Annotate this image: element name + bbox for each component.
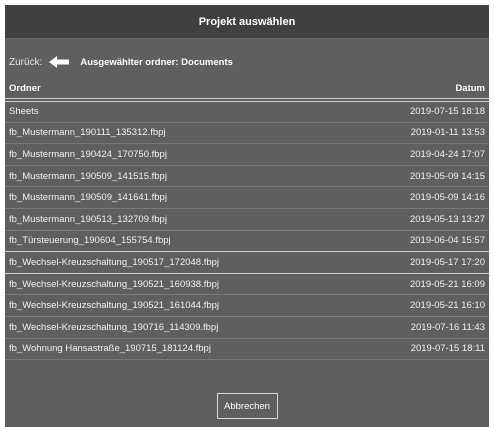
- row-date: 2019-01-11 13:53: [410, 127, 485, 139]
- row-name: fb_Wechsel-Kreuzschaltung_190517_172048.…: [9, 256, 220, 268]
- row-date: 2019-05-21 16:09: [409, 278, 485, 290]
- row-date: 2019-06-04 15:57: [409, 235, 485, 247]
- row-name: fb_Wechsel-Kreuzschaltung_190716_114309.…: [9, 321, 219, 333]
- row-date: 2019-05-21 16:10: [409, 300, 485, 312]
- table-row[interactable]: Sheets 2019-07-15 18:18: [5, 101, 489, 123]
- row-date: 2019-07-15 18:11: [410, 343, 485, 355]
- row-date: 2019-05-09 14:15: [409, 170, 485, 182]
- arrow-left-icon[interactable]: [48, 55, 70, 69]
- file-list: Sheets 2019-07-15 18:18 fb_Mustermann_19…: [5, 101, 489, 361]
- project-select-dialog: Projekt auswählen Zurück: Ausgewählter o…: [5, 5, 489, 427]
- cancel-button[interactable]: Abbrechen: [216, 393, 278, 419]
- table-header: Ordner Datum: [5, 79, 489, 99]
- row-name: fb_Mustermann_190424_170750.fbpj: [9, 148, 167, 160]
- table-row[interactable]: fb_Wechsel-Kreuzschaltung_190517_172048.…: [5, 252, 489, 274]
- row-name: Sheets: [9, 106, 39, 118]
- row-date: 2019-05-09 14:16: [409, 192, 485, 204]
- selected-folder-label: Ausgewählter ordner: Documents: [80, 56, 233, 68]
- table-row[interactable]: fb_Mustermann_190513_132709.fbpj 2019-05…: [5, 209, 489, 231]
- column-header-date: Datum: [455, 83, 485, 94]
- row-date: 2019-07-16 11:43: [410, 321, 485, 333]
- dialog-title: Projekt auswählen: [198, 15, 296, 28]
- row-date: 2019-05-13 13:27: [409, 213, 485, 225]
- column-header-folder: Ordner: [9, 83, 41, 94]
- row-name: fb_Mustermann_190111_135312.fbpj: [9, 127, 166, 139]
- row-name: fb_Wechsel-Kreuzschaltung_190521_161044.…: [9, 300, 220, 312]
- table-row[interactable]: fb_Mustermann_190111_135312.fbpj 2019-01…: [5, 123, 489, 145]
- row-name: fb_Türsteuerung_190604_155754.fbpj: [9, 235, 171, 247]
- table-row[interactable]: fb_Mustermann_190509_141641.fbpj 2019-05…: [5, 187, 489, 209]
- row-name: fb_Wohnung Hansastraße_190715_181124.fbp…: [9, 343, 211, 355]
- row-date: 2019-04-24 17:07: [409, 148, 485, 160]
- row-name: fb_Mustermann_190509_141641.fbpj: [9, 192, 167, 204]
- row-name: fb_Mustermann_190509_141515.fbpj: [9, 170, 167, 182]
- table-row[interactable]: fb_Mustermann_190424_170750.fbpj 2019-04…: [5, 144, 489, 166]
- table-row[interactable]: fb_Wohnung Hansastraße_190715_181124.fbp…: [5, 339, 489, 361]
- table-row[interactable]: fb_Wechsel-Kreuzschaltung_190716_114309.…: [5, 317, 489, 339]
- dialog-title-bar: Projekt auswählen: [5, 5, 489, 39]
- row-name: fb_Wechsel-Kreuzschaltung_190521_160938.…: [9, 278, 220, 290]
- dialog-footer: Abbrechen: [5, 385, 489, 427]
- row-date: 2019-07-15 18:18: [409, 106, 485, 118]
- table-row[interactable]: fb_Mustermann_190509_141515.fbpj 2019-05…: [5, 166, 489, 188]
- row-name: fb_Mustermann_190513_132709.fbpj: [9, 213, 167, 225]
- back-label: Zurück:: [9, 56, 43, 68]
- folder-nav-row: Zurück: Ausgewählter ordner: Documents: [5, 50, 489, 74]
- table-row[interactable]: fb_Türsteuerung_190604_155754.fbpj 2019-…: [5, 231, 489, 253]
- table-row[interactable]: fb_Wechsel-Kreuzschaltung_190521_160938.…: [5, 274, 489, 296]
- table-row[interactable]: fb_Wechsel-Kreuzschaltung_190521_161044.…: [5, 295, 489, 317]
- row-date: 2019-05-17 17:20: [409, 256, 485, 268]
